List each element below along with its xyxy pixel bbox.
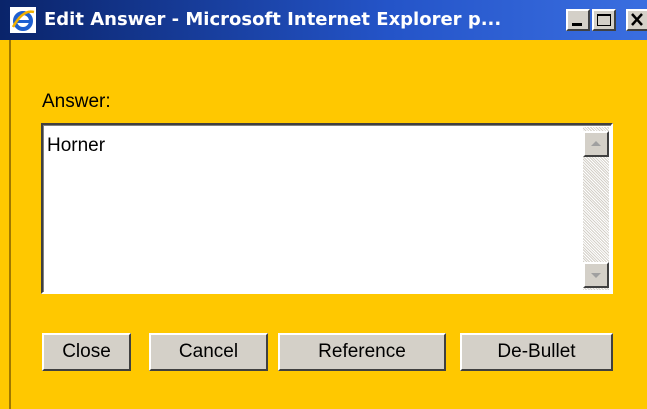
title-bar[interactable]: Edit Answer - Microsoft Internet Explore…: [0, 0, 647, 40]
edit-answer-window: Edit Answer - Microsoft Internet Explore…: [0, 0, 647, 409]
de-bullet-button[interactable]: De-Bullet: [460, 333, 613, 371]
reference-button[interactable]: Reference: [278, 333, 446, 371]
maximize-button[interactable]: [592, 9, 616, 31]
window-left-border: [0, 40, 11, 409]
arrow-up-icon: [591, 141, 601, 146]
minimize-icon: [572, 23, 582, 26]
vertical-scrollbar[interactable]: [583, 127, 609, 290]
answer-label: Answer:: [42, 91, 111, 112]
cancel-button[interactable]: Cancel: [149, 333, 268, 371]
arrow-down-icon: [591, 273, 601, 278]
scroll-up-button[interactable]: [583, 131, 609, 157]
close-window-button[interactable]: [626, 9, 647, 31]
internet-explorer-icon: [10, 7, 36, 33]
scroll-down-button[interactable]: [583, 262, 609, 288]
answer-text-value[interactable]: Horner: [47, 135, 105, 157]
maximize-icon: [597, 14, 611, 26]
answer-textarea[interactable]: Horner: [41, 123, 613, 294]
minimize-button[interactable]: [566, 9, 590, 31]
close-button[interactable]: Close: [42, 333, 131, 371]
close-icon: [631, 13, 643, 26]
window-title: Edit Answer - Microsoft Internet Explore…: [44, 9, 502, 30]
